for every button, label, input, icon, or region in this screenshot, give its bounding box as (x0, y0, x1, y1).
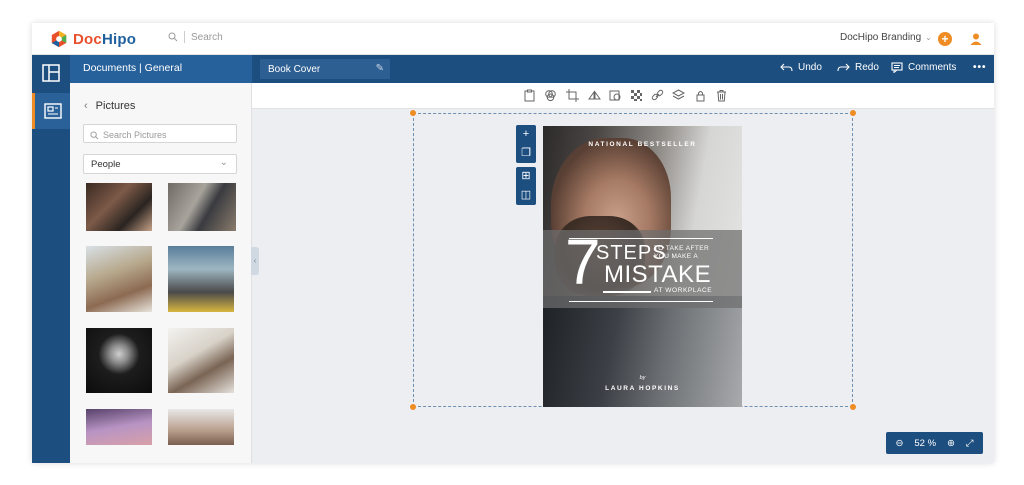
filter-icon[interactable] (544, 89, 557, 102)
picture-search-field[interactable]: Search Pictures (83, 124, 237, 143)
comment-icon (891, 62, 903, 73)
cover-tagline[interactable]: NATIONAL BESTSELLER (543, 141, 742, 148)
layout-icon (42, 64, 60, 82)
cover-subtitle[interactable]: TO TAKE AFTER YOU MAKE A (654, 245, 709, 261)
resize-handle[interactable] (410, 110, 416, 116)
panel-back-header[interactable]: ‹ Pictures (84, 100, 135, 112)
zoom-level: 52 % (914, 437, 937, 449)
dochipo-logo[interactable]: DocHipo (50, 30, 136, 48)
zoom-control: ⊖ 52 % ⊕ ⤢ (886, 432, 983, 454)
templates-rail-button[interactable] (32, 55, 70, 91)
comments-button[interactable]: Comments (891, 62, 956, 73)
zoom-out-icon[interactable]: ⊖ (895, 438, 903, 449)
page-controls-add: + ❐ (516, 125, 536, 163)
picture-thumbnail[interactable] (168, 183, 236, 231)
transparency-icon[interactable] (630, 89, 643, 102)
more-options-button[interactable]: ••• (973, 62, 987, 73)
resize-page-icon[interactable]: ◫ (516, 186, 536, 205)
layers-icon[interactable] (672, 89, 685, 102)
redo-button[interactable]: Redo (837, 62, 879, 73)
page-controls-grid: ⊞ ◫ (516, 167, 536, 205)
document-name: Book Cover (268, 64, 321, 75)
cover-by-text[interactable]: by (543, 375, 742, 381)
add-page-icon[interactable]: + (516, 125, 536, 144)
element-toolbar (252, 83, 994, 109)
resize-handle[interactable] (850, 404, 856, 410)
user-icon[interactable] (969, 32, 983, 46)
top-bar: DocHipo Search DocHipo Branding ⌄ + (32, 23, 994, 55)
cover-subtitle-line2: YOU MAKE A (654, 253, 699, 260)
category-value: People (91, 159, 121, 170)
branding-dropdown[interactable]: DocHipo Branding ⌄ (840, 32, 932, 43)
pictures-icon (43, 103, 62, 119)
add-button[interactable]: + (938, 32, 952, 46)
resize-handle[interactable] (410, 404, 416, 410)
picture-thumbnail[interactable] (86, 183, 152, 231)
comments-label: Comments (908, 62, 957, 73)
pictures-panel: ‹ Pictures Search Pictures People ⌄ (70, 83, 252, 463)
picture-thumbnail[interactable] (168, 246, 234, 312)
search-icon (168, 32, 178, 42)
flip-icon[interactable] (588, 89, 601, 102)
picture-thumbnail[interactable] (168, 328, 234, 393)
chevron-down-icon: ⌄ (925, 33, 932, 42)
document-breadcrumb[interactable]: Documents | General (70, 55, 252, 83)
picture-thumbnail[interactable] (86, 246, 152, 312)
undo-icon (780, 63, 793, 72)
picture-thumbnail[interactable] (86, 328, 152, 393)
logo-icon (51, 30, 67, 48)
pictures-rail-button[interactable] (32, 93, 70, 129)
undo-button[interactable]: Undo (780, 62, 822, 73)
pencil-icon: ✎ (375, 63, 384, 74)
zoom-in-icon[interactable]: ⊕ (947, 438, 955, 449)
redo-icon (837, 63, 850, 72)
picture-thumbnail[interactable] (86, 409, 152, 445)
panel-collapse-handle[interactable]: ‹ (251, 247, 259, 275)
trash-icon[interactable] (715, 89, 728, 102)
logo-text: DocHipo (73, 30, 137, 48)
cover-workplace-text[interactable]: AT WORKPLACE (654, 287, 712, 294)
cover-divider (569, 301, 713, 302)
lock-icon[interactable] (694, 89, 707, 102)
left-rail (32, 55, 70, 463)
resize-handle[interactable] (850, 110, 856, 116)
search-input[interactable]: Search (191, 32, 223, 43)
branding-label: DocHipo Branding (840, 32, 922, 43)
chevron-left-icon: ‹ (84, 100, 88, 112)
redo-label: Redo (855, 62, 879, 73)
cover-subtitle-line1: TO TAKE AFTER (654, 245, 710, 252)
picture-search-input[interactable]: Search Pictures (103, 130, 167, 140)
chevron-down-icon: ⌄ (219, 157, 228, 168)
editor-app: DocHipo Search DocHipo Branding ⌄ + Docu… (32, 23, 994, 463)
picture-thumbnail[interactable] (168, 409, 234, 445)
book-cover-canvas[interactable]: NATIONAL BESTSELLER 7 STEPS TO TAKE AFTE… (543, 126, 742, 407)
mask-icon[interactable] (609, 89, 622, 102)
cover-divider (603, 291, 651, 293)
search-icon (90, 130, 99, 139)
grid-icon[interactable]: ⊞ (516, 167, 536, 186)
undo-label: Undo (798, 62, 822, 73)
global-search[interactable]: Search (168, 31, 223, 43)
panel-title: Pictures (95, 100, 136, 112)
document-header: Documents | General Book Cover ✎ Undo Re… (70, 55, 994, 83)
crop-icon[interactable] (566, 89, 579, 102)
fullscreen-icon[interactable]: ⤢ (966, 438, 974, 449)
cover-author[interactable]: LAURA HOPKINS (543, 385, 742, 392)
duplicate-page-icon[interactable]: ❐ (516, 144, 536, 163)
link-icon[interactable] (651, 89, 664, 102)
cover-main-title[interactable]: MISTAKE (604, 263, 711, 287)
category-select[interactable]: People ⌄ (83, 154, 237, 174)
document-name-field[interactable]: Book Cover ✎ (260, 59, 390, 79)
clipboard-icon[interactable] (523, 89, 536, 102)
